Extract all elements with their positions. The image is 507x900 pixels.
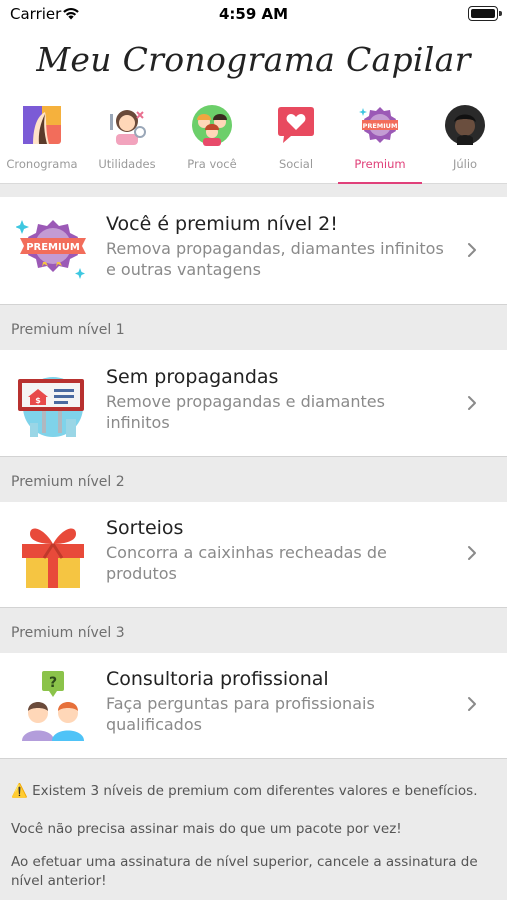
top-tab-bar: Cronograma Utilidades Pra você Social PR… [0, 92, 507, 184]
tab-label: Utilidades [98, 157, 156, 171]
section-header-label: Premium nível 1 [11, 322, 125, 338]
benefit-subtitle: Concorra a caixinhas recheadas de produt… [106, 543, 387, 583]
footer-note-levels: ⚠️ Existem 3 níveis de premium com difer… [11, 782, 497, 801]
status-bar: Carrier 4:59 AM [0, 0, 507, 28]
section-header-level-1: Premium nível 1 [0, 306, 507, 350]
benefit-title: Sem propagandas [106, 366, 279, 388]
footer-note-one-package: Você não precisa assinar mais do que um … [11, 821, 402, 837]
svg-text:PREMIUM: PREMIUM [363, 122, 398, 130]
benefit-title: Consultoria profissional [106, 668, 329, 690]
section-header-level-3: Premium nível 3 [0, 609, 507, 653]
consulting-people-icon: ? [22, 671, 84, 741]
section-header-label: Premium nível 3 [11, 625, 125, 641]
social-icon [278, 107, 314, 143]
benefit-row-no-ads[interactable]: $ Sem propagandas Remove propagandas e d… [0, 350, 507, 457]
section-header-level-2: Premium nível 2 [0, 458, 507, 502]
for-you-icon [192, 105, 232, 146]
gift-box-icon [22, 528, 84, 588]
chevron-right-icon [468, 697, 476, 711]
tab-label: Social [278, 157, 314, 171]
warning-icon: ⚠️ [11, 783, 28, 799]
cronograma-icon [23, 106, 61, 144]
footer-note-cancel: Ao efetuar uma assinatura de nível super… [11, 854, 478, 889]
app-title: Meu Cronograma Capilar [36, 40, 471, 79]
chevron-right-icon [468, 396, 476, 410]
tab-label: Premium [354, 157, 406, 171]
premium-icon: PREMIUM [359, 107, 398, 143]
tab-label: Pra você [187, 157, 237, 171]
utilities-icon [110, 110, 146, 145]
active-tab-indicator [338, 181, 422, 184]
profile-avatar [445, 105, 485, 145]
tab-cronograma[interactable]: Cronograma [0, 92, 84, 184]
clock-time: 4:59 AM [218, 5, 289, 23]
premium-status-row[interactable]: PREMIUM Você é premium nível 2! Remova p… [0, 197, 507, 305]
svg-text:?: ? [49, 675, 57, 691]
svg-text:PREMIUM: PREMIUM [26, 242, 80, 253]
tab-label: Cronograma [6, 157, 78, 171]
benefit-subtitle: Remove propagandas e diamantes infinitos [106, 392, 385, 432]
chevron-right-icon [468, 243, 476, 257]
premium-status-subtitle: Remova propagandas, diamantes infinitos … [106, 239, 444, 279]
benefit-subtitle: Faça perguntas para profissionais qualif… [106, 694, 375, 734]
benefit-row-raffles[interactable]: Sorteios Concorra a caixinhas recheadas … [0, 502, 507, 608]
tab-premium[interactable]: PREMIUM Premium [338, 92, 422, 184]
no-ads-billboard-icon: $ [18, 377, 84, 437]
battery-icon [468, 6, 502, 21]
chevron-right-icon [468, 546, 476, 560]
premium-badge-icon: PREMIUM [16, 220, 86, 279]
footer-note-levels-text: Existem 3 níveis de premium com diferent… [32, 783, 478, 799]
tab-label: Júlio [452, 157, 478, 171]
premium-info-footer: ⚠️ Existem 3 níveis de premium com difer… [0, 760, 507, 900]
benefit-title: Sorteios [106, 517, 184, 539]
section-header-label: Premium nível 2 [11, 474, 125, 490]
tab-profile[interactable]: Júlio [423, 92, 507, 184]
svg-text:$: $ [35, 396, 41, 405]
benefit-row-consulting[interactable]: ? Consultoria profissional Faça pergunta… [0, 653, 507, 759]
tab-social[interactable]: Social [254, 92, 338, 184]
premium-status-title: Você é premium nível 2! [106, 213, 338, 235]
tab-utilidades[interactable]: Utilidades [85, 92, 169, 184]
app-header: Meu Cronograma Capilar [0, 28, 507, 92]
tab-pra-voce[interactable]: Pra você [170, 92, 254, 184]
